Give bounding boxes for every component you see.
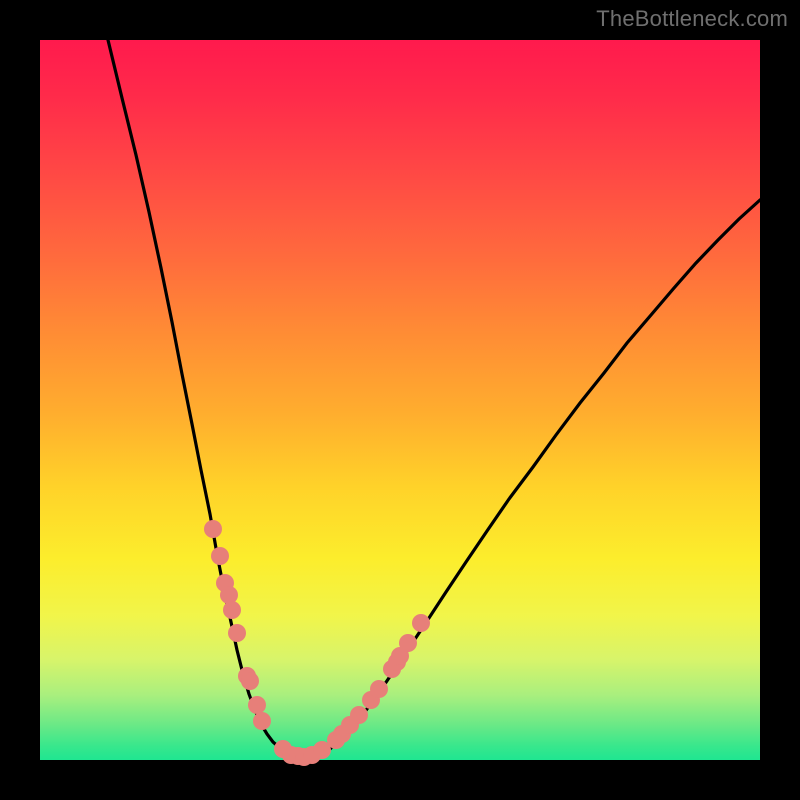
data-dot [220,586,238,604]
data-dot [223,601,241,619]
data-dot [228,624,246,642]
data-dot [211,547,229,565]
data-dot [412,614,430,632]
data-dot [253,712,271,730]
bottleneck-curve [108,40,760,758]
data-dot [399,634,417,652]
data-dot [370,680,388,698]
data-dot [204,520,222,538]
chart-frame: TheBottleneck.com [0,0,800,800]
data-dot [248,696,266,714]
data-dot [241,672,259,690]
plot-area [40,40,760,760]
data-dot [350,706,368,724]
curve-svg [40,40,760,760]
data-dots [204,520,430,766]
watermark-text: TheBottleneck.com [596,6,788,32]
